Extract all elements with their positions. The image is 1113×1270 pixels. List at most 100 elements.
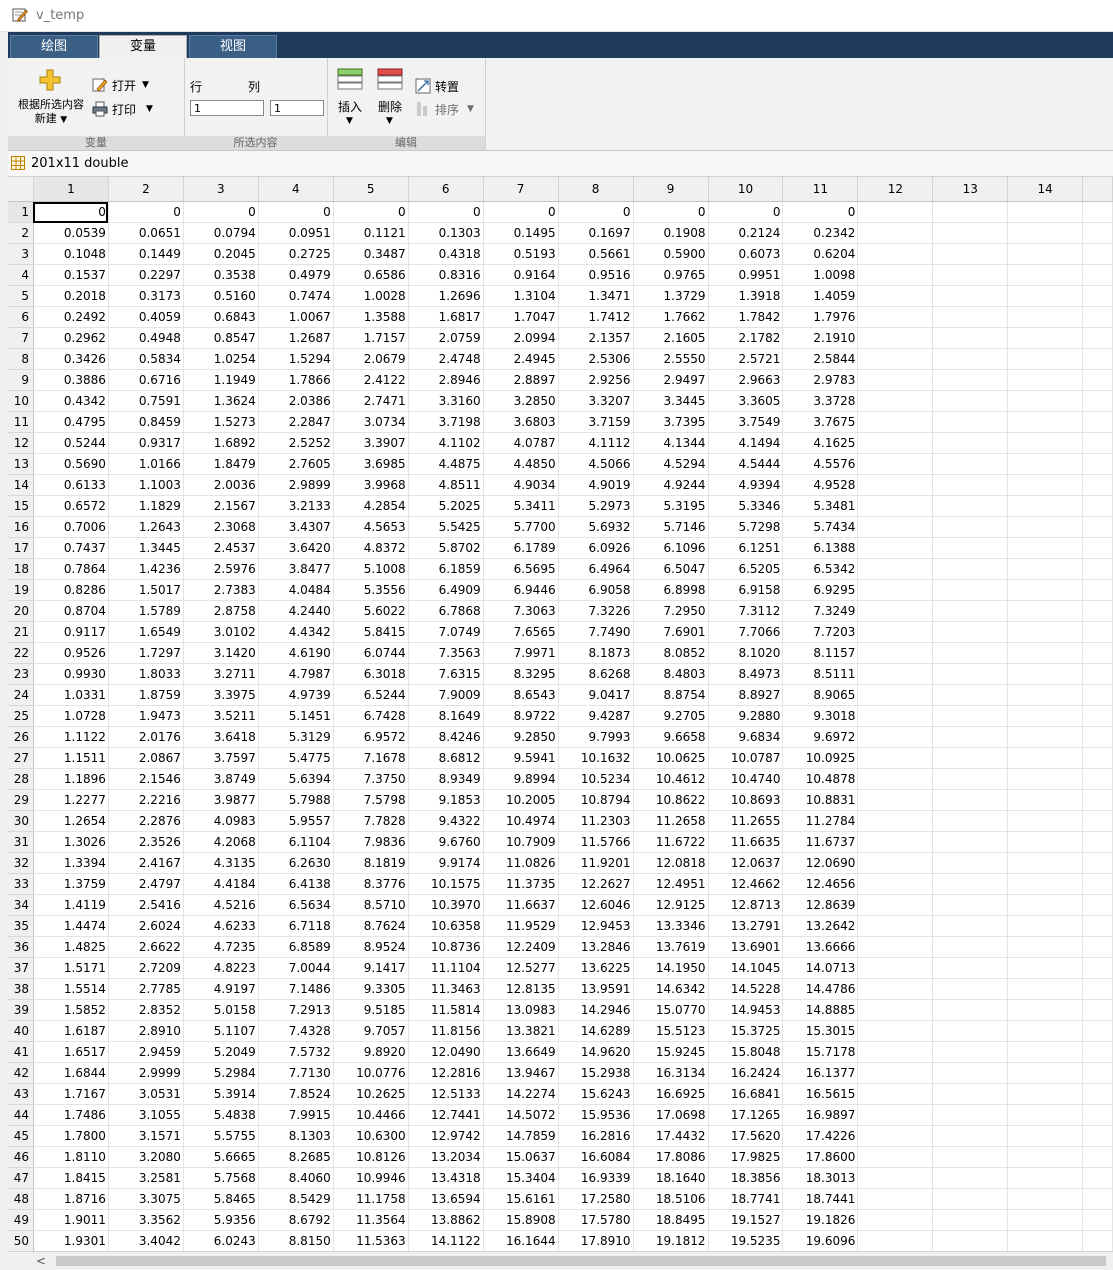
table-cell[interactable]: 14.1122 [408,1230,484,1251]
table-cell[interactable]: 1.2277 [33,789,109,811]
table-cell[interactable]: 4.7235 [183,936,259,958]
table-cell[interactable] [857,243,934,265]
table-cell[interactable]: 6.5695 [483,558,559,580]
row-header[interactable]: 6 [8,306,34,328]
table-cell[interactable]: 8.1873 [558,642,634,664]
table-cell[interactable]: 5.6932 [558,516,634,538]
table-cell[interactable] [1007,1083,1084,1105]
table-cell[interactable]: 0.9930 [33,663,109,685]
table-cell[interactable]: 9.1417 [333,957,409,979]
row-header[interactable]: 8 [8,348,34,370]
table-cell[interactable]: 1.4059 [782,285,859,307]
table-cell[interactable]: 3.6985 [333,453,409,475]
table-cell[interactable] [1007,894,1084,916]
table-cell[interactable]: 4.9019 [558,474,634,496]
table-cell[interactable] [932,873,1009,895]
table-cell[interactable]: 0.4979 [258,264,334,286]
table-cell[interactable]: 5.8465 [183,1188,259,1210]
table-cell[interactable]: 4.1625 [782,432,859,454]
table-cell[interactable]: 17.1265 [708,1104,784,1126]
table-cell[interactable] [857,1083,934,1105]
table-cell[interactable]: 3.5211 [183,705,259,727]
table-cell[interactable] [857,894,934,916]
table-cell[interactable]: 8.5111 [782,663,859,685]
table-cell[interactable]: 8.3776 [333,873,409,895]
table-cell[interactable]: 5.9356 [183,1209,259,1231]
table-cell[interactable]: 16.3134 [633,1062,709,1084]
table-cell[interactable]: 3.2581 [108,1167,184,1189]
table-cell[interactable]: 2.1546 [108,768,184,790]
table-cell[interactable]: 2.1567 [183,495,259,517]
table-cell[interactable] [1007,1020,1084,1042]
table-cell[interactable]: 3.3445 [633,390,709,412]
table-cell[interactable] [1007,1041,1084,1063]
table-cell[interactable]: 0.4948 [108,327,184,349]
table-cell[interactable]: 0.6843 [183,306,259,328]
table-cell[interactable] [857,558,934,580]
table-cell[interactable]: 0.0539 [33,222,109,244]
horizontal-scrollbar[interactable]: < [8,1251,1113,1270]
table-cell[interactable]: 13.9467 [483,1062,559,1084]
row-header[interactable]: 43 [8,1083,34,1105]
table-cell[interactable]: 6.4964 [558,558,634,580]
table-cell[interactable]: 6.2630 [258,852,334,874]
table-cell[interactable]: 0.7864 [33,558,109,580]
table-cell[interactable]: 7.4328 [258,1020,334,1042]
table-cell[interactable]: 0.9317 [108,432,184,454]
table-cell[interactable]: 2.2847 [258,411,334,433]
table-cell[interactable]: 1.5514 [33,978,109,1000]
table-cell[interactable]: 10.1632 [558,747,634,769]
table-cell[interactable]: 9.9174 [408,852,484,874]
table-cell[interactable]: 1.4825 [33,936,109,958]
table-cell[interactable]: 1.7842 [708,306,784,328]
table-cell[interactable]: 2.4537 [183,537,259,559]
table-cell[interactable]: 5.4775 [258,747,334,769]
table-cell[interactable]: 6.1388 [782,537,859,559]
table-cell[interactable]: 4.9034 [483,474,559,496]
table-cell[interactable]: 6.8589 [258,936,334,958]
table-cell[interactable]: 1.4119 [33,894,109,916]
table-cell[interactable] [932,432,1009,454]
table-cell[interactable]: 11.9201 [558,852,634,874]
table-cell[interactable]: 12.4656 [782,873,859,895]
table-cell[interactable]: 13.4318 [408,1167,484,1189]
table-cell[interactable] [932,201,1009,223]
table-cell[interactable]: 2.4122 [333,369,409,391]
table-cell[interactable]: 4.2440 [258,600,334,622]
table-cell[interactable]: 13.0983 [483,999,559,1021]
table-cell[interactable]: 14.5072 [483,1104,559,1126]
table-cell[interactable]: 2.1357 [558,327,634,349]
table-cell[interactable]: 1.3394 [33,852,109,874]
table-cell[interactable]: 17.5780 [558,1209,634,1231]
table-cell[interactable]: 0.9164 [483,264,559,286]
table-cell[interactable]: 0.4318 [408,243,484,265]
table-cell[interactable]: 1.7047 [483,306,559,328]
table-cell[interactable]: 8.1020 [708,642,784,664]
row-header[interactable]: 17 [8,537,34,559]
table-cell[interactable]: 10.4740 [708,768,784,790]
table-cell[interactable] [857,348,934,370]
table-cell[interactable] [857,1104,934,1126]
table-cell[interactable]: 3.3728 [782,390,859,412]
table-cell[interactable]: 1.0067 [258,306,334,328]
table-cell[interactable]: 4.0484 [258,579,334,601]
table-cell[interactable]: 12.7441 [408,1104,484,1126]
table-cell[interactable]: 5.9557 [258,810,334,832]
table-cell[interactable]: 3.6420 [258,537,334,559]
table-cell[interactable]: 0.1908 [633,222,709,244]
table-cell[interactable] [857,579,934,601]
table-cell[interactable]: 7.7490 [558,621,634,643]
table-cell[interactable]: 7.9915 [258,1104,334,1126]
row-header[interactable]: 1 [8,201,34,223]
column-header[interactable]: 3 [183,177,259,202]
table-cell[interactable]: 2.0386 [258,390,334,412]
table-cell[interactable]: 2.9663 [708,369,784,391]
tab-view[interactable]: 视图 [189,35,277,58]
table-cell[interactable] [1007,747,1084,769]
table-cell[interactable] [857,264,934,286]
table-cell[interactable]: 9.2880 [708,705,784,727]
table-cell[interactable]: 1.3624 [183,390,259,412]
table-cell[interactable] [1007,222,1084,244]
table-cell[interactable]: 8.7624 [333,915,409,937]
table-cell[interactable]: 4.6233 [183,915,259,937]
